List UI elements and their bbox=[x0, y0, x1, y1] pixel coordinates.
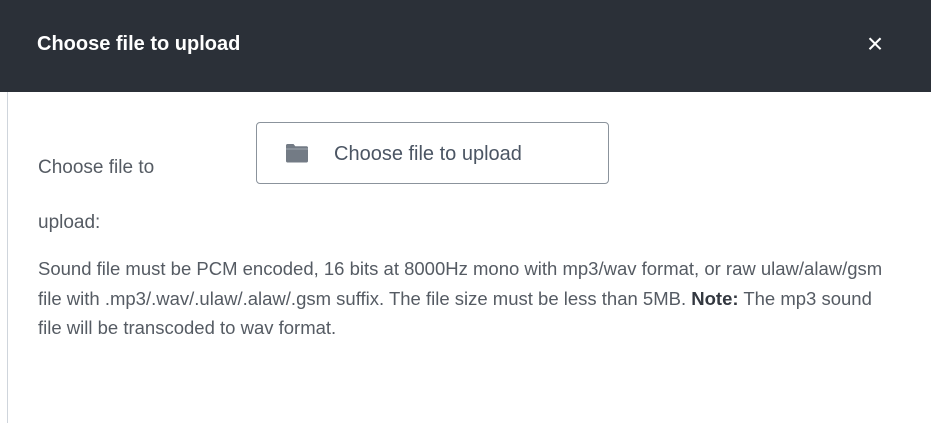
file-field-label-line2: upload: bbox=[38, 212, 101, 233]
dialog-header: Choose file to upload × bbox=[0, 0, 931, 92]
folder-icon bbox=[286, 144, 308, 163]
dialog-title: Choose file to upload bbox=[37, 33, 241, 55]
file-requirements-text: Sound file must be PCM encoded, 16 bits … bbox=[38, 254, 898, 343]
file-field-label-line1: Choose file to bbox=[38, 157, 155, 178]
close-icon[interactable]: × bbox=[858, 27, 892, 61]
choose-file-button-label: Choose file to upload bbox=[334, 143, 522, 165]
dialog-body: Choose file to upload: Choose file to up… bbox=[8, 92, 931, 423]
choose-file-button[interactable]: Choose file to upload bbox=[256, 122, 609, 184]
upload-dialog: Choose file to upload × Choose file to u… bbox=[0, 0, 931, 423]
file-field-label: Choose file to upload: bbox=[38, 140, 228, 250]
note-label: Note: bbox=[691, 287, 739, 309]
